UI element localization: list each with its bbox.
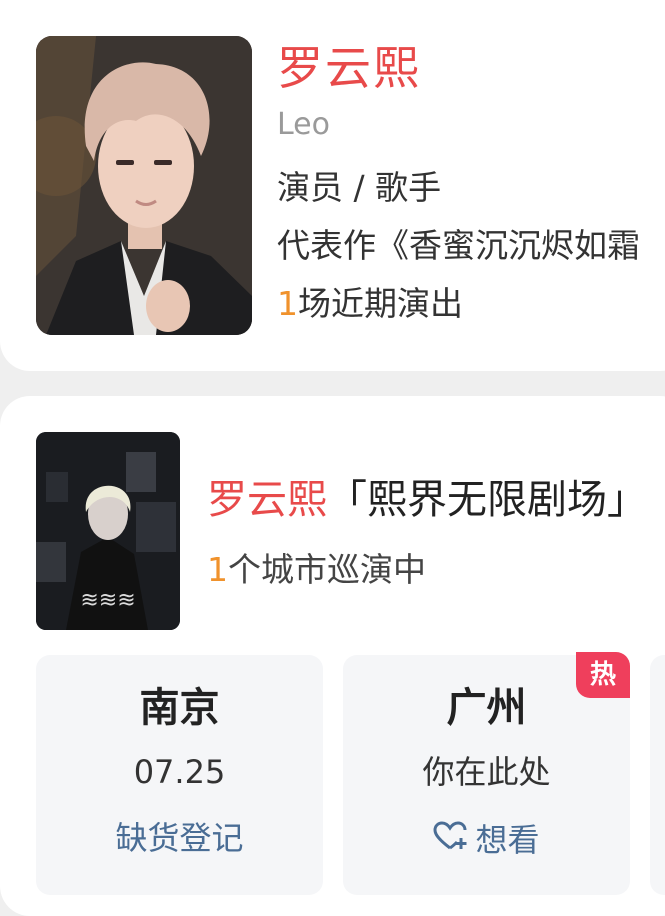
tour-poster[interactable]: ≋≋≋ [36, 432, 180, 630]
artist-roles: 演员 / 歌手 [277, 168, 442, 207]
svg-text:≋≋≋: ≋≋≋ [80, 588, 135, 613]
city-card-next[interactable] [650, 655, 665, 895]
want-to-see-button[interactable]: 想看 [343, 816, 630, 862]
city-count: 1 [207, 550, 228, 589]
tour-title[interactable]: 罗云熙「熙界无限剧场」 [207, 474, 647, 526]
tour-name: 「熙界无限剧场」 [327, 477, 647, 523]
city-location-note: 你在此处 [422, 753, 551, 791]
artist-photo[interactable] [36, 36, 252, 335]
upcoming-shows[interactable]: 1场近期演出 [277, 282, 463, 326]
want-to-see-label: 想看 [475, 821, 540, 859]
city-name: 南京 [139, 685, 220, 731]
tour-cities: 1个城市巡演中 [207, 548, 426, 592]
waitlist-button[interactable]: 缺货登记 [36, 816, 323, 860]
artist-name: 罗云熙 [277, 41, 421, 95]
artist-english-name: Leo [277, 107, 330, 142]
tour-artist: 罗云熙 [207, 477, 327, 523]
city-count-label: 个城市巡演中 [228, 550, 426, 589]
artist-works: 代表作《香蜜沉沉烬如霜 [277, 226, 640, 265]
upcoming-label: 场近期演出 [298, 284, 463, 323]
city-date: 07.25 [133, 753, 226, 791]
hot-badge: 热 [576, 652, 630, 698]
heart-plus-icon [433, 818, 469, 862]
upcoming-count: 1 [277, 284, 298, 323]
